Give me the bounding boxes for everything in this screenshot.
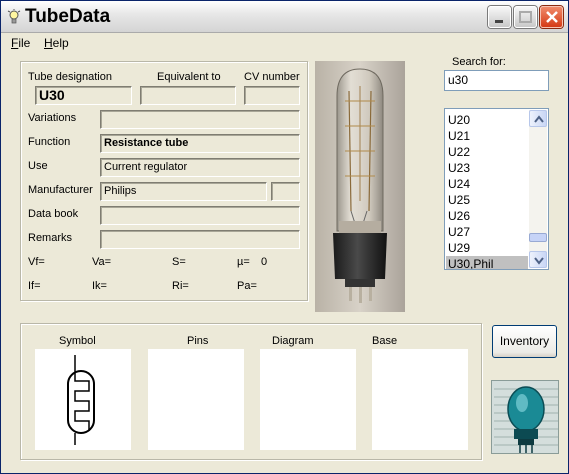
list-item[interactable]: U29 [446, 240, 528, 256]
menu-help[interactable]: Help [44, 36, 69, 50]
s-label: S= [172, 256, 186, 268]
diagram-label: Diagram [272, 335, 314, 347]
scroll-up-button[interactable] [529, 110, 547, 127]
scroll-up-icon [534, 115, 544, 123]
cv-number-field[interactable] [244, 86, 300, 105]
pins-box [148, 349, 244, 450]
scroll-down-button[interactable] [529, 251, 547, 268]
ik-label: Ik= [92, 280, 107, 292]
close-button[interactable] [540, 6, 563, 28]
equivalent-label: Equivalent to [157, 71, 221, 83]
results-scrollbar[interactable] [529, 110, 547, 268]
function-label: Function [28, 136, 71, 148]
list-item[interactable]: U26 [446, 208, 528, 224]
scroll-down-icon [534, 257, 544, 265]
diagram-box [260, 349, 356, 450]
data-book-field[interactable] [100, 206, 300, 225]
remarks-field[interactable] [100, 230, 300, 249]
results-list[interactable]: U20 U21 U22 U23 U24 U25 U26 U27 U29 U30,Phil [444, 108, 549, 270]
maximize-button[interactable] [514, 6, 537, 28]
function-field[interactable]: Resistance tube [100, 134, 300, 153]
lamp-icon [7, 9, 21, 25]
va-label: Va= [92, 256, 112, 268]
tube-designation-label: Tube designation [28, 71, 112, 83]
list-item[interactable]: U20 [446, 112, 528, 128]
menu-file[interactable]: File [11, 36, 30, 50]
scroll-thumb[interactable] [529, 233, 547, 242]
window-title: TubeData [25, 6, 111, 27]
list-item[interactable]: U23 [446, 160, 528, 176]
tube-photo [315, 61, 405, 312]
base-box [372, 349, 468, 450]
ri-label: Ri= [172, 280, 189, 292]
inventory-button[interactable]: Inventory [492, 325, 557, 358]
use-label: Use [28, 160, 48, 172]
symbol-box [35, 349, 131, 450]
list-item[interactable]: U27 [446, 224, 528, 240]
symbol-label: Symbol [59, 335, 96, 347]
list-item[interactable]: U22 [446, 144, 528, 160]
resistance-tube-symbol [67, 355, 95, 445]
app-window: TubeData File Help Tube designation Equi… [0, 0, 569, 474]
manufacturer-field[interactable]: Philips [100, 182, 267, 201]
equivalent-field[interactable] [140, 86, 236, 105]
pins-label: Pins [187, 335, 209, 347]
manufacturer-label: Manufacturer [28, 184, 93, 196]
pa-label: Pa= [237, 280, 257, 292]
cv-number-label: CV number [244, 71, 300, 83]
vf-label: Vf= [28, 256, 45, 268]
minimize-icon [495, 20, 503, 23]
variations-field[interactable] [100, 110, 300, 129]
list-item[interactable]: U25 [446, 192, 528, 208]
close-icon [546, 11, 558, 23]
list-item[interactable]: U24 [446, 176, 528, 192]
maximize-icon [519, 11, 532, 23]
variations-label: Variations [28, 112, 77, 124]
use-field[interactable]: Current regulator [100, 158, 300, 177]
base-label: Base [372, 335, 398, 347]
if-label: If= [28, 280, 41, 292]
menu-bar: File Help [1, 34, 568, 53]
manufacturer-code-field[interactable] [271, 182, 300, 201]
minimize-button[interactable] [488, 6, 511, 28]
tube-designation-field[interactable]: U30 [35, 86, 132, 105]
list-item[interactable]: U21 [446, 128, 528, 144]
search-input[interactable]: u30 [444, 70, 549, 91]
mu-label: µ= [237, 256, 250, 268]
tube-logo [491, 380, 559, 454]
search-label: Search for: [452, 56, 506, 68]
data-book-label: Data book [28, 208, 79, 220]
mu-value: 0 [261, 256, 268, 268]
title-bar[interactable]: TubeData [1, 1, 568, 33]
list-item[interactable]: U30,Phil [446, 256, 528, 269]
remarks-label: Remarks [28, 232, 73, 244]
